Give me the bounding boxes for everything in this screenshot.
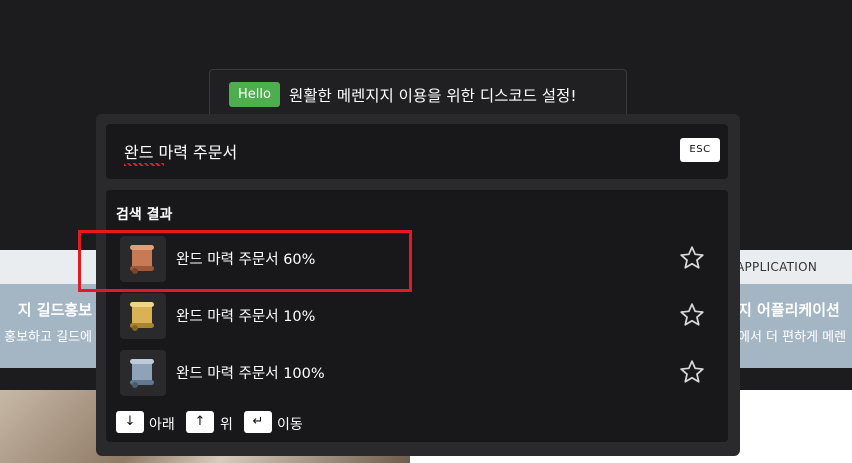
scroll-yellow-icon <box>120 293 166 339</box>
up-arrow-key: ↑ <box>186 411 214 433</box>
search-input[interactable] <box>124 139 644 163</box>
esc-button[interactable]: ESC <box>680 138 720 162</box>
guild-promo-heading: 지 길드홍보 <box>17 301 92 319</box>
down-hint-label: 아래 <box>149 417 175 433</box>
scroll-blue-icon <box>120 350 166 396</box>
result-label: 완드 마력 주문서 10% <box>176 309 316 325</box>
results-title: 검색 결과 <box>116 207 173 223</box>
hello-badge: Hello <box>229 82 280 107</box>
application-text: 에서 더 편하게 메렌 <box>740 330 847 345</box>
spellcheck-underline <box>124 163 164 166</box>
up-hint-label: 위 <box>220 417 233 433</box>
favorite-star-icon[interactable] <box>679 359 705 385</box>
result-label: 완드 마력 주문서 100% <box>176 366 325 382</box>
enter-hint-label: 이동 <box>277 417 303 433</box>
discord-banner[interactable]: Hello 원활한 메렌지지 이용을 위한 디스코드 설정! <box>209 69 627 120</box>
search-results: 검색 결과 완드 마력 주문서 60% 완드 마력 주문서 10% 완드 마력 … <box>106 190 728 442</box>
guild-promo-text: 홍보하고 길드에 <box>4 330 92 345</box>
favorite-star-icon[interactable] <box>679 245 705 271</box>
result-item[interactable]: 완드 마력 주문서 10% <box>106 291 728 343</box>
application-tag: APPLICATION <box>740 260 818 274</box>
banner-text: 원활한 메렌지지 이용을 위한 디스코드 설정! <box>289 87 577 105</box>
favorite-star-icon[interactable] <box>679 302 705 328</box>
down-arrow-key: ↓ <box>116 411 144 433</box>
application-card[interactable]: APPLICATION 지 어플리케이션 에서 더 편하게 메렌 <box>740 250 852 368</box>
result-item[interactable]: 완드 마력 주문서 100% <box>106 348 728 400</box>
highlight-box <box>78 230 412 292</box>
application-heading: 지 어플리케이션 <box>740 301 840 319</box>
enter-key: ↵ <box>244 411 272 433</box>
search-box: ESC <box>106 124 728 179</box>
